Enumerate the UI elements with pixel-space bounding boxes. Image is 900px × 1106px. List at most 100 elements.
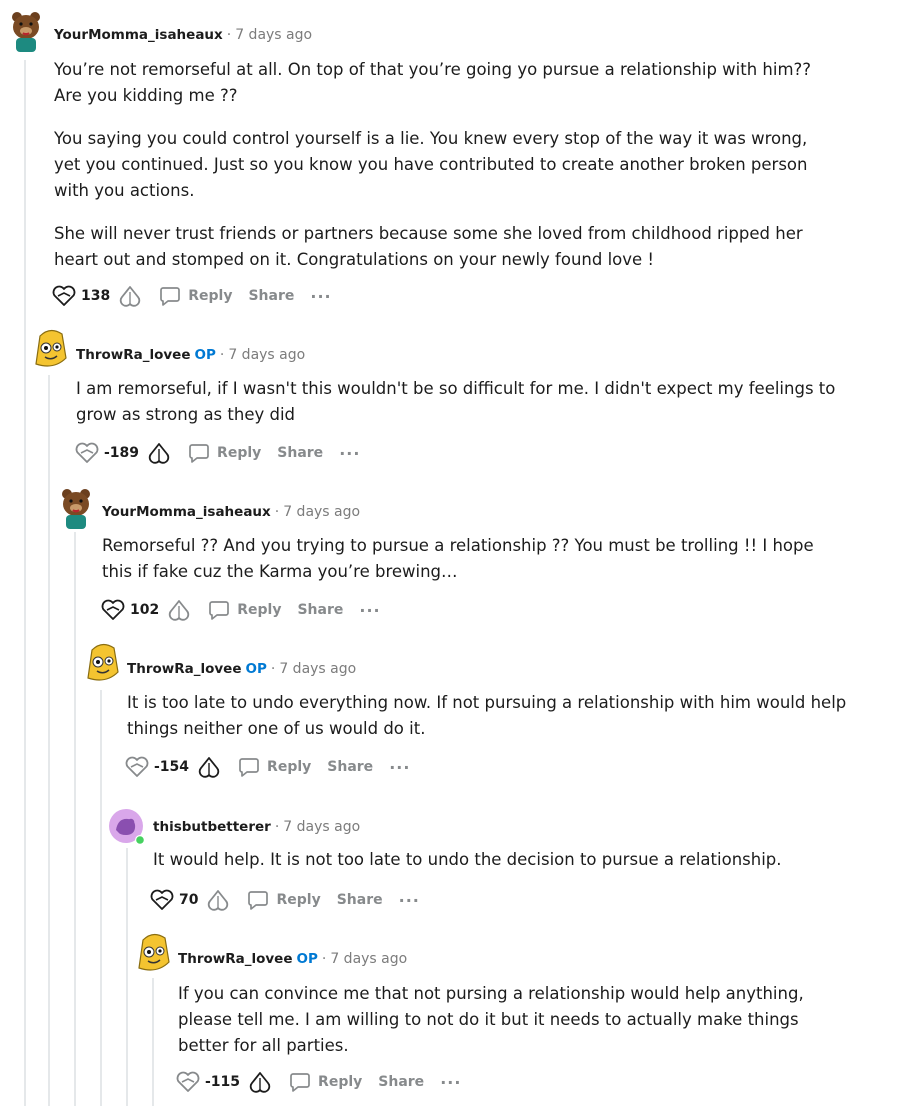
comment-body: It is too late to undo everything now. I…: [127, 690, 847, 759]
reply-label: Reply: [267, 759, 312, 775]
score: 70: [179, 892, 199, 908]
comment-meta: YourMomma_isaheaux · 7 days ago: [54, 27, 312, 43]
more-options-button[interactable]: ···: [389, 758, 410, 777]
author-link[interactable]: YourMomma_isaheaux: [54, 27, 223, 43]
comment-actions: 138 Reply Share ···: [52, 283, 348, 309]
comment-meta: ThrowRa_lovee OP · 7 days ago: [76, 347, 305, 363]
meta-separator: ·: [274, 819, 280, 835]
reply-button[interactable]: Reply: [159, 285, 232, 307]
timestamp[interactable]: 7 days ago: [283, 504, 360, 520]
comment-bubble-icon: [238, 756, 260, 778]
comment-paragraph: I am remorseful, if I wasn't this wouldn…: [76, 379, 836, 424]
comment-meta: ThrowRa_lovee OP · 7 days ago: [178, 951, 407, 967]
upvote-icon[interactable]: [52, 285, 76, 307]
reply-label: Reply: [188, 288, 233, 304]
comment-paragraph: It is too late to undo everything now. I…: [127, 693, 847, 738]
share-label: Share: [378, 1074, 425, 1090]
downvote-icon[interactable]: [168, 598, 190, 622]
share-button[interactable]: Share: [297, 602, 343, 618]
timestamp[interactable]: 7 days ago: [283, 819, 360, 835]
comment-paragraph: She will never trust friends or partners…: [54, 224, 803, 269]
upvote-icon[interactable]: [176, 1071, 200, 1093]
score: 138: [81, 288, 111, 304]
meta-separator: ·: [270, 661, 276, 677]
timestamp[interactable]: 7 days ago: [330, 951, 407, 967]
purple-snoo-avatar[interactable]: [108, 808, 148, 848]
more-options-button[interactable]: ···: [359, 601, 380, 620]
share-button[interactable]: Share: [327, 759, 373, 775]
timestamp[interactable]: 7 days ago: [228, 347, 305, 363]
more-options-button[interactable]: ···: [440, 1073, 461, 1092]
share-label: Share: [277, 445, 324, 461]
meta-separator: ·: [226, 27, 232, 43]
reply-button[interactable]: Reply: [247, 889, 321, 911]
comment-2: ThrowRa_lovee OP · 7 days ago I am remorsef…: [0, 320, 900, 480]
more-options-button[interactable]: ···: [339, 444, 360, 463]
comment-body: If you can convince me that not pursing …: [178, 981, 838, 1076]
downvote-icon[interactable]: [198, 755, 220, 779]
banana-avatar[interactable]: [133, 932, 173, 972]
comment-actions: -115 Reply Share ···: [176, 1069, 477, 1095]
share-label: Share: [248, 288, 295, 304]
comment-actions: -189 Reply Share ···: [75, 440, 376, 466]
bear-avatar[interactable]: [56, 487, 96, 529]
comment-bubble-icon: [289, 1071, 311, 1093]
upvote-icon[interactable]: [150, 889, 174, 911]
reply-button[interactable]: Reply: [289, 1071, 362, 1093]
timestamp[interactable]: 7 days ago: [235, 27, 312, 43]
comment-bubble-icon: [208, 599, 230, 621]
comment-6: ThrowRa_lovee OP · 7 days ago If you can co…: [0, 924, 900, 1106]
more-options-button[interactable]: ···: [399, 891, 420, 910]
reply-button[interactable]: Reply: [208, 599, 281, 621]
banana-avatar[interactable]: [30, 328, 70, 368]
comment-bubble-icon: [188, 442, 210, 464]
share-button[interactable]: Share: [248, 288, 294, 304]
share-button[interactable]: Share: [337, 892, 383, 908]
score: -154: [154, 759, 190, 775]
timestamp[interactable]: 7 days ago: [279, 661, 356, 677]
downvote-icon[interactable]: [207, 888, 229, 912]
reply-button[interactable]: Reply: [188, 442, 261, 464]
comment-actions: -154 Reply Share ···: [125, 754, 426, 780]
upvote-icon[interactable]: [75, 442, 99, 464]
score: 102: [130, 602, 160, 618]
bear-avatar[interactable]: [6, 10, 46, 52]
comment-actions: 70 Reply Share ···: [150, 887, 436, 913]
score: -189: [104, 445, 140, 461]
banana-avatar[interactable]: [82, 642, 122, 682]
comment-paragraph: If you can convince me that not pursing …: [178, 984, 804, 1055]
op-badge: OP: [245, 661, 267, 677]
share-label: Share: [297, 602, 344, 618]
author-link[interactable]: ThrowRa_lovee: [76, 347, 191, 363]
comment-3: YourMomma_isaheaux · 7 days ago Remorseful…: [0, 477, 900, 637]
comment-body: Remorseful ?? And you trying to pursue a…: [102, 533, 842, 602]
downvote-icon[interactable]: [148, 441, 170, 465]
comment-paragraph: Remorseful ?? And you trying to pursue a…: [102, 536, 814, 581]
reply-button[interactable]: Reply: [238, 756, 311, 778]
reply-label: Reply: [237, 602, 282, 618]
downvote-icon[interactable]: [119, 284, 141, 308]
comment-paragraph: It would help. It is not too late to und…: [153, 850, 782, 869]
share-button[interactable]: Share: [277, 445, 323, 461]
op-badge: OP: [296, 951, 318, 967]
author-link[interactable]: ThrowRa_lovee: [178, 951, 293, 967]
author-link[interactable]: YourMomma_isaheaux: [102, 504, 271, 520]
upvote-icon[interactable]: [101, 599, 125, 621]
comment-body: You’re not remorseful at all. On top of …: [54, 57, 834, 290]
share-label: Share: [327, 759, 374, 775]
score: -115: [205, 1074, 241, 1090]
downvote-icon[interactable]: [249, 1070, 271, 1094]
comment-1: YourMomma_isaheaux · 7 days ago You’re not…: [0, 0, 900, 320]
meta-separator: ·: [274, 504, 280, 520]
share-button[interactable]: Share: [378, 1074, 424, 1090]
comment-meta: YourMomma_isaheaux · 7 days ago: [102, 504, 360, 520]
comment-5: thisbutbetterer · 7 days ago It would help…: [0, 792, 900, 927]
comment-body: I am remorseful, if I wasn't this wouldn…: [76, 376, 836, 445]
author-link[interactable]: ThrowRa_lovee: [127, 661, 242, 677]
more-options-button[interactable]: ···: [310, 287, 331, 306]
comment-bubble-icon: [159, 285, 181, 307]
author-link[interactable]: thisbutbetterer: [153, 819, 271, 835]
upvote-icon[interactable]: [125, 756, 149, 778]
comment-body: It would help. It is not too late to und…: [153, 847, 853, 890]
comment-4: ThrowRa_lovee OP · 7 days ago It is too lat…: [0, 634, 900, 794]
